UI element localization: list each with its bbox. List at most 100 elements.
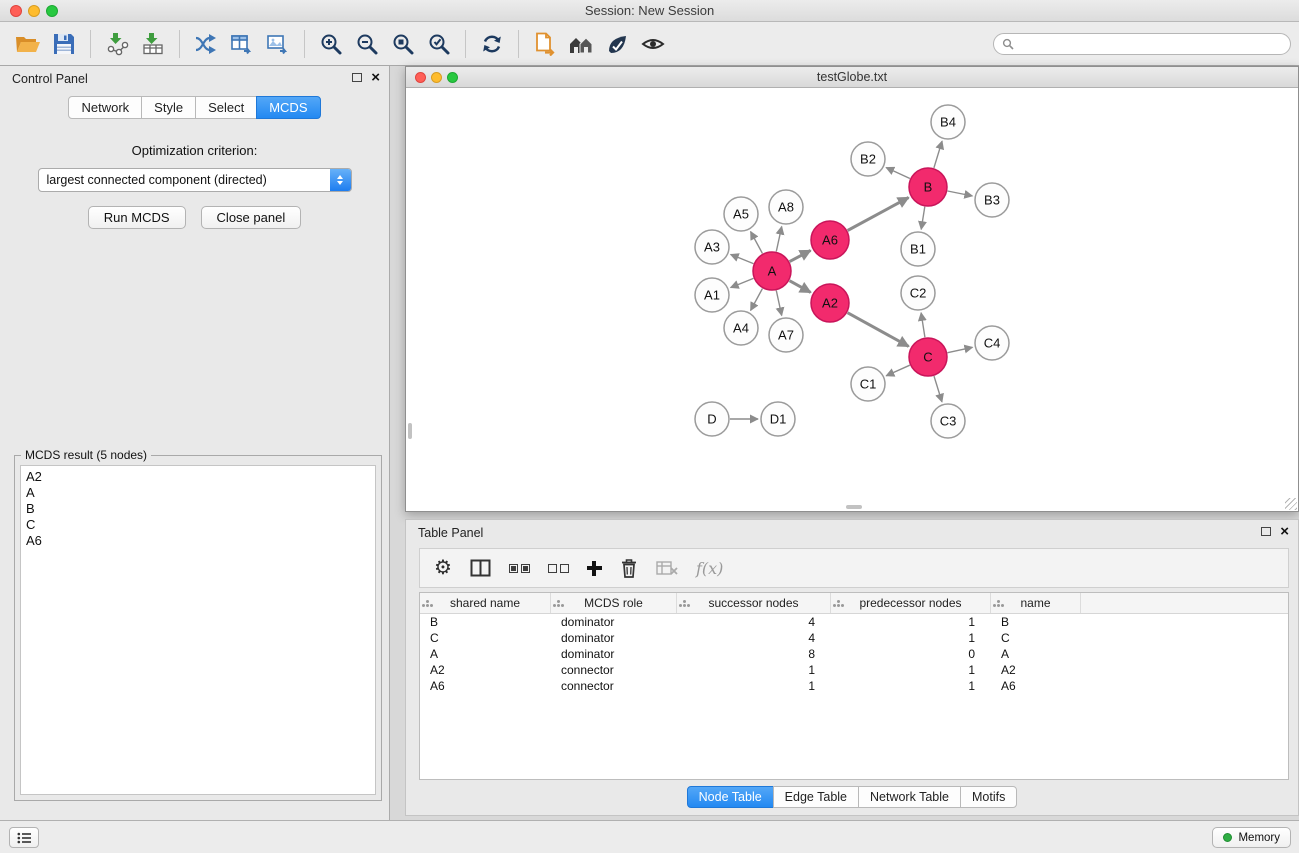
zoom-fit-button[interactable] <box>385 26 421 62</box>
graph-node-A1[interactable]: A1 <box>695 278 729 312</box>
graph-node-A4[interactable]: A4 <box>724 311 758 345</box>
tab-network[interactable]: Network <box>68 96 142 119</box>
graph-node-A2[interactable]: A2 <box>811 284 849 322</box>
column-header-successor-nodes[interactable]: successor nodes <box>677 593 831 613</box>
select-all-button[interactable] <box>509 564 530 573</box>
close-table-panel-icon[interactable]: × <box>1280 526 1289 537</box>
graph-node-C1[interactable]: C1 <box>851 367 885 401</box>
delete-columns-button[interactable] <box>620 558 638 578</box>
run-mcds-button[interactable]: Run MCDS <box>88 206 186 229</box>
table-row[interactable]: A2connector11A2 <box>420 662 1288 678</box>
graph-edge-A-A7[interactable] <box>776 291 781 316</box>
table-row[interactable]: Cdominator41C <box>420 630 1288 646</box>
new-network-button[interactable] <box>188 26 224 62</box>
show-panels-button[interactable] <box>9 827 39 848</box>
tab-edge-table[interactable]: Edge Table <box>773 786 859 808</box>
apply-layout-button[interactable] <box>474 26 510 62</box>
optimization-dropdown[interactable]: largest connected component (directed) <box>38 168 352 192</box>
graph-node-A6[interactable]: A6 <box>811 221 849 259</box>
graph-edge-C-C4[interactable] <box>948 347 973 352</box>
graph-edge-A6-B[interactable] <box>848 198 909 231</box>
graph-node-D1[interactable]: D1 <box>761 402 795 436</box>
zoom-in-button[interactable] <box>313 26 349 62</box>
tab-node-table[interactable]: Node Table <box>687 786 774 808</box>
graph-node-B1[interactable]: B1 <box>901 232 935 266</box>
graph-node-B2[interactable]: B2 <box>851 142 885 176</box>
float-panel-icon[interactable] <box>352 73 362 82</box>
export-image-button[interactable] <box>260 26 296 62</box>
create-column-button[interactable] <box>587 561 602 576</box>
graph-node-A5[interactable]: A5 <box>724 197 758 231</box>
column-header-MCDS-role[interactable]: MCDS role <box>551 593 677 613</box>
graph-node-A[interactable]: A <box>753 252 791 290</box>
horizontal-scrollbar-thumb[interactable] <box>846 505 862 509</box>
graph-edge-A-A3[interactable] <box>731 254 754 263</box>
graph-edge-C-C1[interactable] <box>886 365 910 376</box>
tab-network-table[interactable]: Network Table <box>858 786 961 808</box>
graph-node-D[interactable]: D <box>695 402 729 436</box>
delete-table-button[interactable] <box>656 560 678 576</box>
graph-edge-B-B4[interactable] <box>934 141 942 168</box>
result-item[interactable]: A2 <box>26 469 370 485</box>
validate-button[interactable] <box>599 26 635 62</box>
float-table-panel-icon[interactable] <box>1261 527 1271 536</box>
close-panel-icon[interactable]: × <box>371 72 380 83</box>
result-item[interactable]: B <box>26 501 370 517</box>
table-settings-button[interactable]: ⚙ <box>434 558 452 578</box>
graph-edge-A2-C[interactable] <box>848 313 909 347</box>
memory-button[interactable]: Memory <box>1212 827 1291 848</box>
import-network-file-button[interactable] <box>99 26 135 62</box>
graph-node-C2[interactable]: C2 <box>901 276 935 310</box>
search-input[interactable] <box>1019 37 1282 51</box>
resize-grip[interactable] <box>1285 498 1297 510</box>
graph-node-A8[interactable]: A8 <box>769 190 803 224</box>
graph-node-B4[interactable]: B4 <box>931 105 965 139</box>
graph-edge-B-B3[interactable] <box>948 191 973 196</box>
deselect-all-button[interactable] <box>548 564 569 573</box>
zoom-out-button[interactable] <box>349 26 385 62</box>
tab-mcds[interactable]: MCDS <box>256 96 320 119</box>
graph-edge-C-C3[interactable] <box>934 376 942 402</box>
new-table-button[interactable] <box>224 26 260 62</box>
column-header-shared-name[interactable]: shared name <box>420 593 551 613</box>
graph-node-C4[interactable]: C4 <box>975 326 1009 360</box>
graph-node-B3[interactable]: B3 <box>975 183 1009 217</box>
graph-node-A3[interactable]: A3 <box>695 230 729 264</box>
graph-edge-B-B1[interactable] <box>921 207 925 230</box>
column-header-name[interactable]: name <box>991 593 1081 613</box>
table-row[interactable]: Bdominator41B <box>420 614 1288 630</box>
app-homes-button[interactable] <box>563 26 599 62</box>
graph-node-C[interactable]: C <box>909 338 947 376</box>
show-graphics-details-button[interactable] <box>635 26 671 62</box>
graph-edge-A-A1[interactable] <box>731 278 754 287</box>
search-box[interactable] <box>993 33 1291 55</box>
graph-edge-A-A4[interactable] <box>751 289 763 311</box>
mcds-result-list[interactable]: A2ABCA6 <box>20 465 376 795</box>
graph-edge-A-A6[interactable] <box>790 250 811 261</box>
tab-select[interactable]: Select <box>195 96 257 119</box>
graph-node-C3[interactable]: C3 <box>931 404 965 438</box>
import-document-button[interactable] <box>527 26 563 62</box>
graph-edge-B-B2[interactable] <box>886 168 910 179</box>
column-header-predecessor-nodes[interactable]: predecessor nodes <box>831 593 991 613</box>
graph-node-A7[interactable]: A7 <box>769 318 803 352</box>
result-item[interactable]: C <box>26 517 370 533</box>
show-columns-button[interactable] <box>470 559 491 577</box>
function-builder-button[interactable]: f(x) <box>696 559 723 578</box>
graph-node-B[interactable]: B <box>909 168 947 206</box>
save-session-button[interactable] <box>46 26 82 62</box>
network-window-titlebar[interactable]: testGlobe.txt <box>406 67 1298 88</box>
result-item[interactable]: A <box>26 485 370 501</box>
graph-edge-C-C2[interactable] <box>921 313 925 337</box>
tab-motifs[interactable]: Motifs <box>960 786 1017 808</box>
close-panel-button[interactable]: Close panel <box>201 206 302 229</box>
graph-edge-A-A5[interactable] <box>751 232 763 254</box>
graph-edge-A-A2[interactable] <box>790 281 811 293</box>
graph-edge-A-A8[interactable] <box>776 227 781 252</box>
table-row[interactable]: Adominator80A <box>420 646 1288 662</box>
network-graph[interactable]: B4 B2 B B3 A5 A8A6 B1 A3 A C2 A1 A2 A4 A7 C4 C C1 C3 D D1 <box>407 88 1298 511</box>
tab-style[interactable]: Style <box>141 96 196 119</box>
vertical-scrollbar-thumb[interactable] <box>408 423 412 439</box>
zoom-selected-button[interactable] <box>421 26 457 62</box>
result-item[interactable]: A6 <box>26 533 370 549</box>
